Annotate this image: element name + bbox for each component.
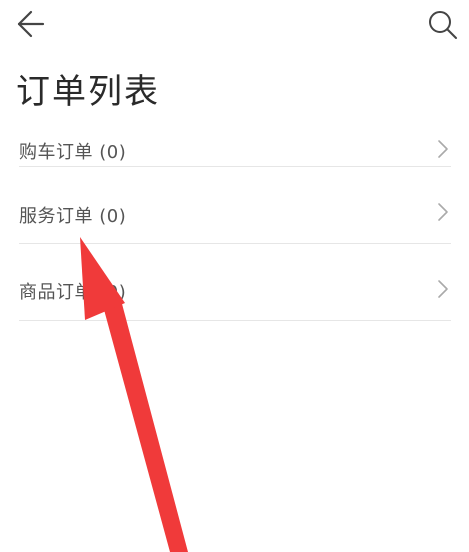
chevron-right-icon — [438, 140, 448, 158]
annotation-arrow-shaft — [103, 300, 188, 552]
arrow-left-icon — [17, 10, 45, 38]
page-title: 订单列表 — [16, 72, 160, 112]
list-item-service-orders[interactable]: 服务订单 (0) — [19, 167, 451, 244]
list-item-label: 商品订单 (0) — [19, 282, 127, 303]
list-item-car-orders[interactable]: 购车订单 (0) — [19, 120, 451, 167]
top-bar — [0, 0, 469, 52]
search-button[interactable] — [426, 8, 460, 42]
chevron-right-icon — [438, 203, 448, 221]
order-list: 购车订单 (0) 服务订单 (0) 商品订单 (0) — [0, 120, 469, 321]
list-item-label: 服务订单 (0) — [19, 206, 127, 227]
list-item-product-orders[interactable]: 商品订单 (0) — [19, 244, 451, 321]
chevron-right-icon — [438, 280, 448, 298]
search-icon — [429, 11, 457, 39]
list-item-label: 购车订单 (0) — [19, 142, 127, 163]
back-button[interactable] — [14, 8, 46, 40]
